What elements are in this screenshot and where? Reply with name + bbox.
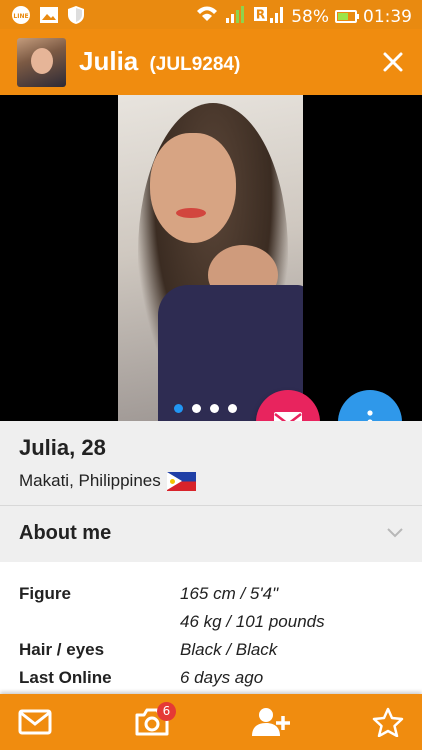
page-title: Julia (JUL9284) <box>79 46 240 77</box>
battery-icon <box>335 10 359 23</box>
shield-icon <box>67 5 85 30</box>
wifi-icon <box>195 5 219 28</box>
mail-icon <box>18 709 52 735</box>
avatar[interactable] <box>17 38 66 87</box>
close-button[interactable] <box>376 45 410 79</box>
about-me-title: About me <box>19 522 112 544</box>
svg-text:LINE: LINE <box>13 13 28 20</box>
photo-pagination <box>174 404 237 413</box>
bottom-nav: 6 <box>0 694 422 750</box>
add-user-icon <box>252 708 290 736</box>
app-bar: Julia (JUL9284) <box>0 29 422 95</box>
detail-label: Last Online <box>19 668 112 687</box>
signal-icon <box>225 4 247 29</box>
detail-value: 165 cm / 5'4" <box>180 584 279 603</box>
profile-details: Figure 165 cm / 5'4" 46 kg / 101 pounds … <box>0 562 422 694</box>
chevron-down-icon[interactable] <box>386 526 404 544</box>
profile-photo[interactable] <box>118 95 303 421</box>
location: Makati, Philippines <box>19 471 196 491</box>
detail-row: Hair / eyes Black / Black <box>0 638 422 666</box>
add-friend-button[interactable] <box>251 704 291 740</box>
detail-row: Last Online 6 days ago <box>0 666 422 694</box>
about-me-section[interactable]: About me <box>0 506 422 562</box>
profile-name-title: Julia <box>79 46 139 76</box>
philippines-flag-icon <box>166 471 196 491</box>
location-text: Makati, Philippines <box>19 471 161 490</box>
page-dot[interactable] <box>210 404 219 413</box>
profile-code: (JUL9284) <box>149 54 241 75</box>
battery-percent: 58% <box>291 6 329 27</box>
profile-summary: Julia, 28 Makati, Philippines <box>0 421 422 505</box>
status-bar: LINE R 58% 01:39 <box>0 0 422 29</box>
detail-label: Figure <box>19 584 71 603</box>
detail-row: 46 kg / 101 pounds <box>0 610 422 638</box>
detail-label: Hair / eyes <box>19 640 105 659</box>
photos-button[interactable]: 6 <box>132 702 176 740</box>
detail-value: 6 days ago <box>180 668 264 687</box>
page-dot[interactable] <box>192 404 201 413</box>
name-age: Julia, 28 <box>19 435 106 460</box>
photo-gallery[interactable] <box>0 95 422 421</box>
star-icon <box>372 707 404 737</box>
clock: 01:39 <box>363 6 412 27</box>
roaming-r-icon: R <box>253 4 285 29</box>
profile-screen: LINE R 58% 01:39 Julia (JUL9284) Julia, … <box>0 0 422 750</box>
detail-value: Black / Black <box>180 640 278 659</box>
line-app-icon: LINE <box>11 5 31 30</box>
detail-row: Figure 165 cm / 5'4" <box>0 582 422 610</box>
notification-badge: 6 <box>157 702 176 721</box>
svg-text:R: R <box>256 8 265 22</box>
image-icon <box>39 6 59 29</box>
messages-button[interactable] <box>15 704 55 740</box>
close-icon <box>383 52 403 72</box>
favorite-button[interactable] <box>368 704 408 740</box>
page-dot-active[interactable] <box>174 404 183 413</box>
page-dot[interactable] <box>228 404 237 413</box>
detail-value: 46 kg / 101 pounds <box>180 612 325 631</box>
